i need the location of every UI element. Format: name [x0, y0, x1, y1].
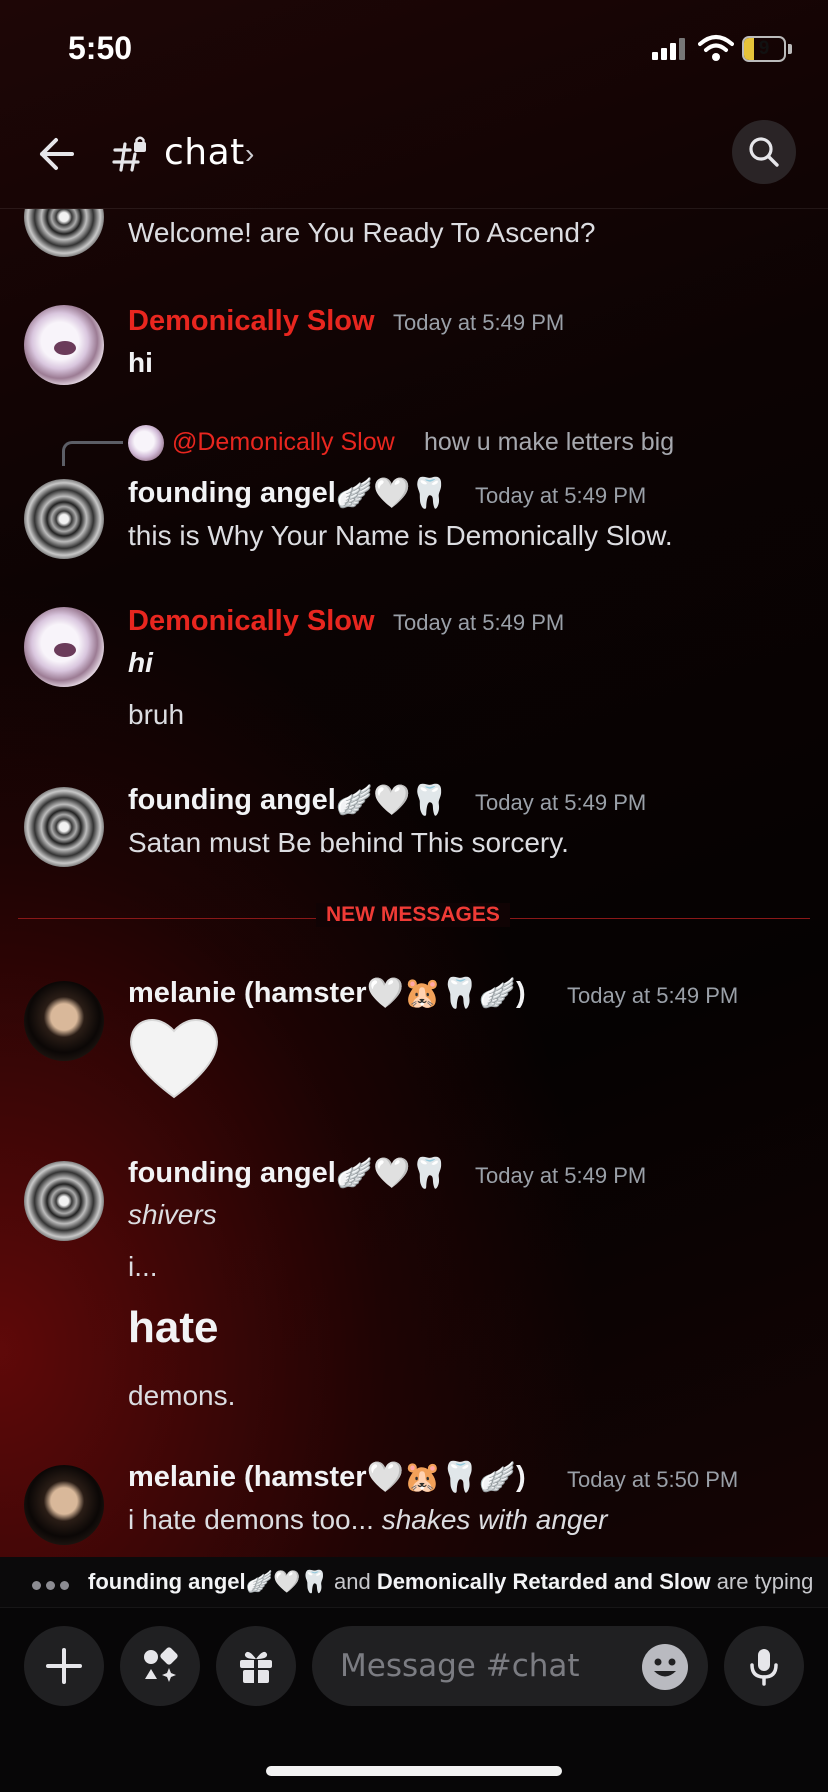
username-emojis: 🪽🤍🦷 [335, 1157, 448, 1191]
message-text: i hate demons too... shakes with anger [128, 1504, 607, 1536]
avatar[interactable] [24, 209, 104, 257]
username[interactable]: founding angel🪽🤍🦷 [128, 784, 448, 817]
reply-avatar [128, 425, 164, 461]
search-button[interactable] [732, 120, 796, 184]
typing-indicator: founding angel🪽🤍🦷 and Demonically Retard… [0, 1557, 828, 1608]
status-time: 5:50 [68, 30, 133, 66]
username[interactable]: melanie (hamster🤍🐹🦷🪽) [128, 1461, 526, 1494]
message-text-italic: shakes with anger [381, 1504, 608, 1535]
username-text: melanie (hamster [128, 1461, 367, 1493]
typing-user-2: Demonically Retarded and Slow [376, 1569, 711, 1594]
typing-dots-icon [32, 1577, 74, 1595]
username-emojis: 🤍🐹🦷🪽 [366, 977, 516, 1011]
wifi-icon [698, 35, 734, 61]
username[interactable]: founding angel🪽🤍🦷 [128, 1157, 448, 1190]
microphone-icon [750, 1649, 778, 1686]
timestamp: Today at 5:49 PM [393, 610, 565, 635]
typing-and: and [333, 1569, 371, 1594]
back-arrow-icon[interactable] [34, 132, 78, 176]
typing-user-1-emojis: 🪽🤍🦷 [245, 1569, 328, 1594]
voice-button[interactable] [724, 1626, 804, 1706]
channel-header: chat › [0, 100, 828, 209]
typing-user-1: founding angel [88, 1569, 246, 1594]
username-suffix: ) [515, 977, 526, 1009]
message-composer: Message #chat [0, 1608, 828, 1792]
timestamp: Today at 5:49 PM [475, 1163, 647, 1188]
channel-name[interactable]: chat [164, 132, 245, 173]
avatar[interactable] [24, 607, 104, 687]
gift-button[interactable] [216, 1626, 296, 1706]
typing-suffix: are typing [716, 1569, 814, 1594]
username-emojis: 🪽🤍🦷 [335, 784, 448, 818]
message-list[interactable]: Welcome! are You Ready To Ascend? Demoni… [0, 209, 828, 1557]
username[interactable]: founding angel🪽🤍🦷 [128, 477, 448, 510]
home-indicator[interactable] [266, 1766, 562, 1776]
attach-button[interactable] [24, 1626, 104, 1706]
message-input[interactable]: Message #chat [312, 1626, 708, 1706]
username[interactable]: Demonically Slow [128, 305, 375, 338]
message-text: demons. [128, 1380, 236, 1411]
message-text-plain: i hate demons too... [128, 1504, 382, 1535]
reply-connector [62, 441, 123, 466]
cellular-signal-icon [652, 38, 685, 60]
username[interactable]: Demonically Slow [128, 605, 375, 638]
apps-icon [144, 1647, 178, 1682]
avatar[interactable] [24, 1161, 104, 1241]
avatar[interactable] [24, 981, 104, 1061]
username-suffix: ) [515, 1461, 526, 1493]
message-text: hi [128, 347, 153, 378]
typing-text: founding angel🪽🤍🦷 and Demonically Retard… [88, 1569, 813, 1595]
message-text: hi [128, 647, 153, 678]
white-heart-emoji [130, 1019, 218, 1099]
timestamp: Today at 5:49 PM [567, 983, 739, 1008]
timestamp: Today at 5:49 PM [475, 790, 647, 815]
timestamp: Today at 5:49 PM [475, 483, 647, 508]
message-text: Satan must Be behind This sorcery. [128, 827, 569, 858]
username-emojis: 🪽🤍🦷 [335, 477, 448, 511]
message-text: i... [128, 1251, 158, 1282]
battery-level: 9 [758, 38, 770, 59]
status-bar: 5:50 9 [0, 0, 828, 100]
username-text: founding angel [128, 477, 336, 509]
reply-preview[interactable]: how u make letters big [424, 428, 674, 457]
reply-username[interactable]: @Demonically Slow [172, 428, 395, 457]
message-text: bruh [128, 699, 185, 730]
gift-icon [240, 1651, 272, 1683]
timestamp: Today at 5:50 PM [567, 1467, 739, 1492]
message-text: this is Why Your Name is Demonically Slo… [128, 520, 673, 551]
username-text: founding angel [128, 1157, 336, 1189]
message-input-placeholder: Message #chat [340, 1648, 580, 1684]
avatar[interactable] [24, 1465, 104, 1545]
timestamp: Today at 5:49 PM [393, 310, 565, 335]
search-icon [749, 137, 779, 167]
avatar[interactable] [24, 305, 104, 385]
message-text: shivers [128, 1199, 217, 1230]
avatar[interactable] [24, 787, 104, 867]
new-messages-label: NEW MESSAGES [316, 903, 510, 927]
emoji-picker-button[interactable] [642, 1644, 688, 1690]
message-text: Welcome! are You Ready To Ascend? [128, 217, 596, 248]
username[interactable]: melanie (hamster🤍🐹🦷🪽) [128, 977, 526, 1010]
plus-icon [46, 1648, 82, 1684]
username-text: founding angel [128, 784, 336, 816]
chevron-right-icon[interactable]: › [245, 138, 254, 170]
username-text: melanie (hamster [128, 977, 367, 1009]
avatar[interactable] [24, 479, 104, 559]
channel-hash-lock-icon [112, 136, 146, 172]
emoji-icon [654, 1658, 676, 1677]
username-emojis: 🤍🐹🦷🪽 [366, 1461, 516, 1495]
message-text: hate [128, 1303, 219, 1352]
battery-tip [788, 44, 792, 54]
apps-button[interactable] [120, 1626, 200, 1706]
battery-icon: 9 [742, 36, 786, 62]
